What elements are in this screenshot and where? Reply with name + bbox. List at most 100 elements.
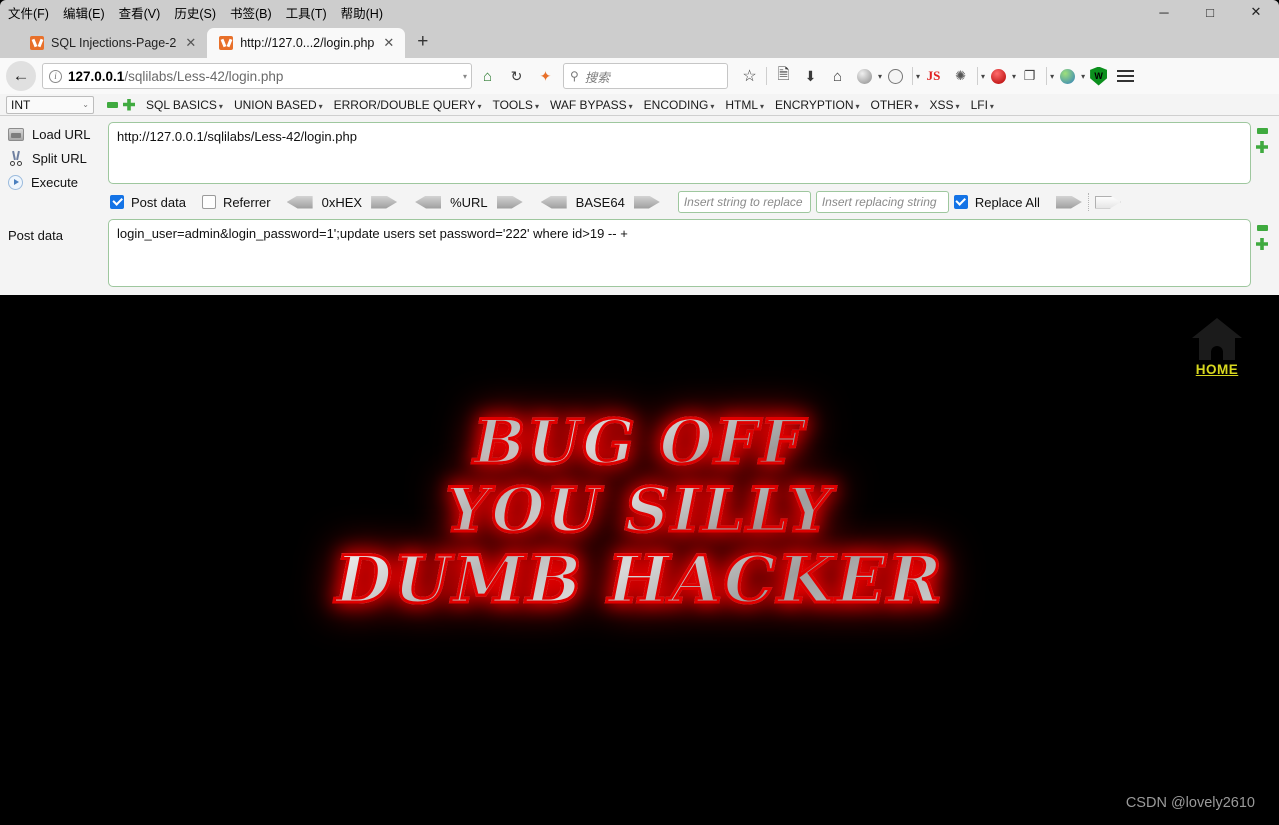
split-url-button[interactable]: Split URL	[8, 146, 108, 170]
replace-to-input[interactable]: Insert replacing string	[815, 191, 949, 213]
hackbar-menu-error-double-query[interactable]: ERROR/DOUBLE QUERY ▾	[334, 98, 482, 112]
post-data-field-row: login_user=admin&login_password=1';updat…	[108, 219, 1273, 287]
chevron-down-icon[interactable]: ▾	[463, 72, 467, 81]
cookie-icon[interactable]	[882, 62, 909, 90]
menu-file[interactable]: 文件(F)	[8, 3, 49, 22]
replace-revert-arrow-icon[interactable]	[1094, 195, 1121, 209]
options-divider	[1087, 193, 1089, 211]
hackbar-menu-lfi[interactable]: LFI ▾	[971, 98, 994, 112]
remove-icon[interactable]	[1256, 225, 1268, 231]
globe-icon[interactable]	[1054, 62, 1081, 90]
shield-icon[interactable]	[1085, 62, 1112, 90]
back-button-icon[interactable]: ←	[6, 61, 36, 91]
hackbar-menu-other[interactable]: OTHER ▾	[871, 98, 919, 112]
menu-bookmarks[interactable]: 书签(B)	[230, 3, 272, 22]
chevron-down-icon: ▾	[955, 101, 960, 111]
encode-arrow-icon[interactable]	[496, 195, 523, 209]
hackbar-menu-union-based[interactable]: UNION BASED ▾	[234, 98, 323, 112]
tab-close-icon[interactable]: ✕	[183, 35, 198, 51]
menu-edit[interactable]: 编辑(E)	[63, 3, 105, 22]
download-icon[interactable]: ⬇	[797, 62, 824, 90]
chevron-down-icon: ▾	[318, 101, 323, 111]
post-data-checkbox[interactable]	[110, 195, 124, 209]
js-icon[interactable]: JS	[920, 62, 947, 90]
menu-help[interactable]: 帮助(H)	[341, 3, 383, 22]
encoder-url-label: %URL	[450, 194, 488, 210]
menu-tools[interactable]: 工具(T)	[286, 3, 327, 22]
downloader-icon[interactable]	[985, 62, 1012, 90]
hackbar-actions: Load URL Split URL Execute Post data	[0, 122, 108, 287]
add-icon[interactable]	[1256, 141, 1268, 153]
encode-arrow-icon[interactable]	[633, 195, 660, 209]
execute-label: Execute	[31, 174, 78, 190]
hackbar-fields: http://127.0.0.1/sqlilabs/Less-42/login.…	[108, 122, 1279, 287]
tab-login-php[interactable]: http://127.0...2/login.php ✕	[207, 28, 406, 58]
hackbar-menu-xss[interactable]: XSS ▾	[930, 98, 960, 112]
maximize-button[interactable]: □	[1187, 0, 1233, 24]
add-icon[interactable]	[1256, 238, 1268, 250]
url-text: 127.0.0.1/sqlilabs/Less-42/login.php	[68, 69, 457, 84]
spider-icon[interactable]: ✺	[947, 62, 974, 90]
execute-button[interactable]: Execute	[8, 170, 108, 194]
load-url-button[interactable]: Load URL	[8, 122, 108, 146]
encode-arrow-icon[interactable]	[371, 195, 398, 209]
menu-hamburger-icon[interactable]	[1112, 62, 1139, 90]
minimize-button[interactable]: ─	[1141, 0, 1187, 24]
decode-arrow-icon[interactable]	[540, 195, 567, 209]
hackbar-add-remove	[107, 98, 135, 111]
browser-window: 文件(F) 编辑(E) 查看(V) 历史(S) 书签(B) 工具(T) 帮助(H…	[0, 0, 1279, 825]
site-info-icon[interactable]: i	[49, 69, 62, 83]
hackbar-menu-encryption[interactable]: ENCRYPTION ▾	[775, 98, 859, 112]
mask-icon[interactable]	[851, 62, 878, 90]
encoder-base64-label: BASE64	[575, 194, 625, 210]
menu-label: OTHER	[870, 97, 913, 112]
toolbar-divider	[977, 67, 979, 85]
reload-icon[interactable]: ↻	[503, 62, 530, 90]
hackbar-panel: INT ⌄ SQL BASICS ▾ UNION BASED ▾ ERROR/DOU…	[0, 94, 1279, 295]
hackbar-type-select[interactable]: INT ⌄	[6, 95, 94, 114]
referrer-checkbox-label: Referrer	[222, 194, 271, 210]
search-input[interactable]: ⚲ 搜索	[563, 63, 728, 89]
replace-from-input[interactable]: Insert string to replace	[677, 191, 811, 213]
add-icon[interactable]	[123, 98, 135, 111]
post-data-label: Post data	[8, 228, 63, 243]
split-url-icon	[8, 150, 24, 166]
encoder-url-group: %URL	[415, 195, 523, 210]
menu-history[interactable]: 历史(S)	[174, 3, 216, 22]
url-textarea[interactable]: http://127.0.0.1/sqlilabs/Less-42/login.…	[108, 122, 1251, 184]
address-bar[interactable]: i 127.0.0.1/sqlilabs/Less-42/login.php ▾	[42, 63, 472, 89]
application-menubar: 文件(F) 编辑(E) 查看(V) 历史(S) 书签(B) 工具(T) 帮助(H…	[8, 3, 383, 22]
page-home-link[interactable]: HOME	[1185, 318, 1249, 377]
close-button[interactable]: ✕	[1233, 0, 1279, 24]
tab-label: SQL Injections-Page-2	[51, 36, 177, 50]
tab-sql-injections-page-2[interactable]: SQL Injections-Page-2 ✕	[18, 28, 207, 58]
chevron-down-icon: ⌄	[82, 100, 89, 109]
star-icon[interactable]: ☆	[736, 62, 763, 90]
watermark-text: CSDN @lovely2610	[1125, 795, 1255, 811]
new-tab-button[interactable]: +	[405, 32, 440, 55]
remove-icon[interactable]	[1256, 128, 1268, 134]
replace-apply-arrow-icon[interactable]	[1055, 195, 1082, 209]
hackbar-menu-waf-bypass[interactable]: WAF BYPASS ▾	[550, 98, 633, 112]
decode-arrow-icon[interactable]	[286, 195, 313, 209]
home-icon[interactable]: ⌂	[824, 62, 851, 90]
menu-label: HTML	[725, 97, 759, 112]
hackbar-menu-tools[interactable]: TOOLS ▾	[492, 98, 538, 112]
referrer-checkbox[interactable]	[201, 195, 216, 209]
menu-view[interactable]: 查看(V)	[119, 3, 161, 22]
tab-close-icon[interactable]: ✕	[381, 35, 396, 51]
replace-all-checkbox[interactable]	[953, 195, 968, 209]
hackbar-menu-html[interactable]: HTML ▾	[725, 98, 764, 112]
menu-label: ENCRYPTION	[775, 97, 854, 112]
home-link-label: HOME	[1195, 362, 1239, 377]
pages-icon[interactable]: ❐	[1016, 62, 1043, 90]
remove-icon[interactable]	[107, 101, 118, 108]
home-page-icon[interactable]: ⌂	[474, 62, 501, 90]
library-icon[interactable]: 🗎	[770, 62, 797, 90]
decode-arrow-icon[interactable]	[415, 195, 442, 209]
menu-label: ERROR/DOUBLE QUERY	[333, 97, 476, 112]
bookmark-star-icon[interactable]: ✦	[532, 62, 559, 90]
hackbar-menu-encoding[interactable]: ENCODING ▾	[644, 98, 715, 112]
hackbar-menu-sql-basics[interactable]: SQL BASICS ▾	[146, 98, 223, 112]
post-data-textarea[interactable]: login_user=admin&login_password=1';updat…	[108, 219, 1251, 287]
